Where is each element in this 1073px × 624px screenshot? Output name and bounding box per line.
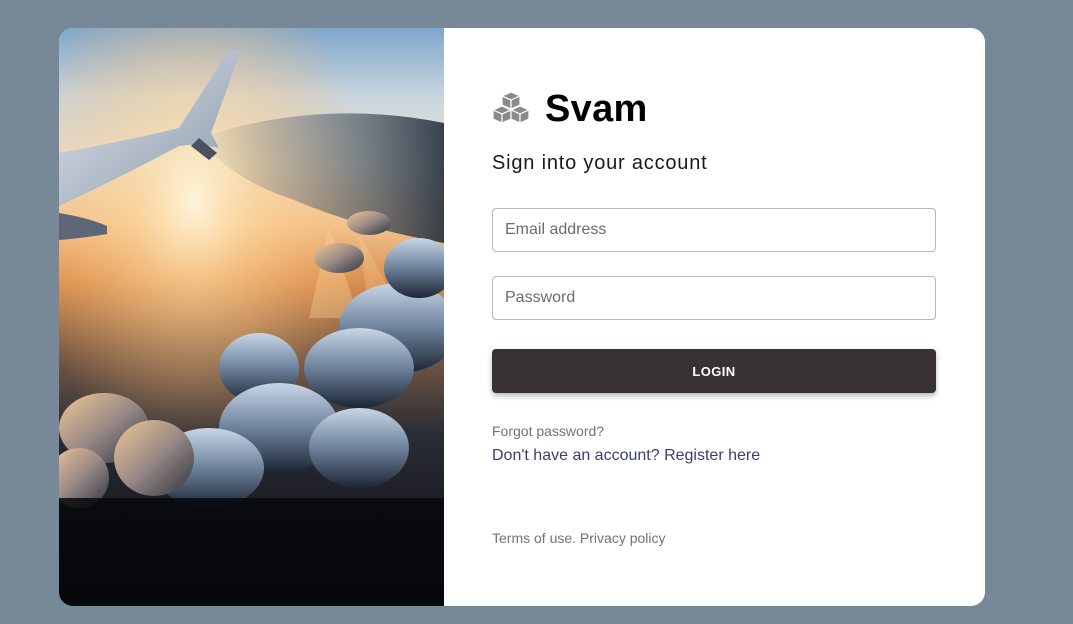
terms-link[interactable]: Terms of use.	[492, 530, 576, 546]
brand-name: Svam	[545, 87, 648, 130]
form-subtitle: Sign into your account	[492, 152, 708, 174]
cubes-icon	[492, 90, 530, 128]
hero-image-airplane-wing-clouds	[59, 28, 444, 606]
register-link[interactable]: Register here	[664, 447, 760, 464]
brand-header: Svam	[492, 86, 648, 132]
login-card: Svam Sign into your account LOGIN Forgot…	[59, 28, 985, 606]
login-button[interactable]: LOGIN	[492, 349, 936, 393]
email-field[interactable]	[492, 208, 936, 252]
register-prompt: Don't have an account?	[492, 447, 660, 464]
login-form: Svam Sign into your account LOGIN Forgot…	[492, 28, 936, 606]
privacy-link[interactable]: Privacy policy	[580, 530, 666, 546]
forgot-password-link[interactable]: Forgot password?	[492, 423, 604, 439]
footer-links: Terms of use. Privacy policy	[492, 530, 666, 546]
register-row: Don't have an account? Register here	[492, 447, 760, 465]
password-field[interactable]	[492, 276, 936, 320]
